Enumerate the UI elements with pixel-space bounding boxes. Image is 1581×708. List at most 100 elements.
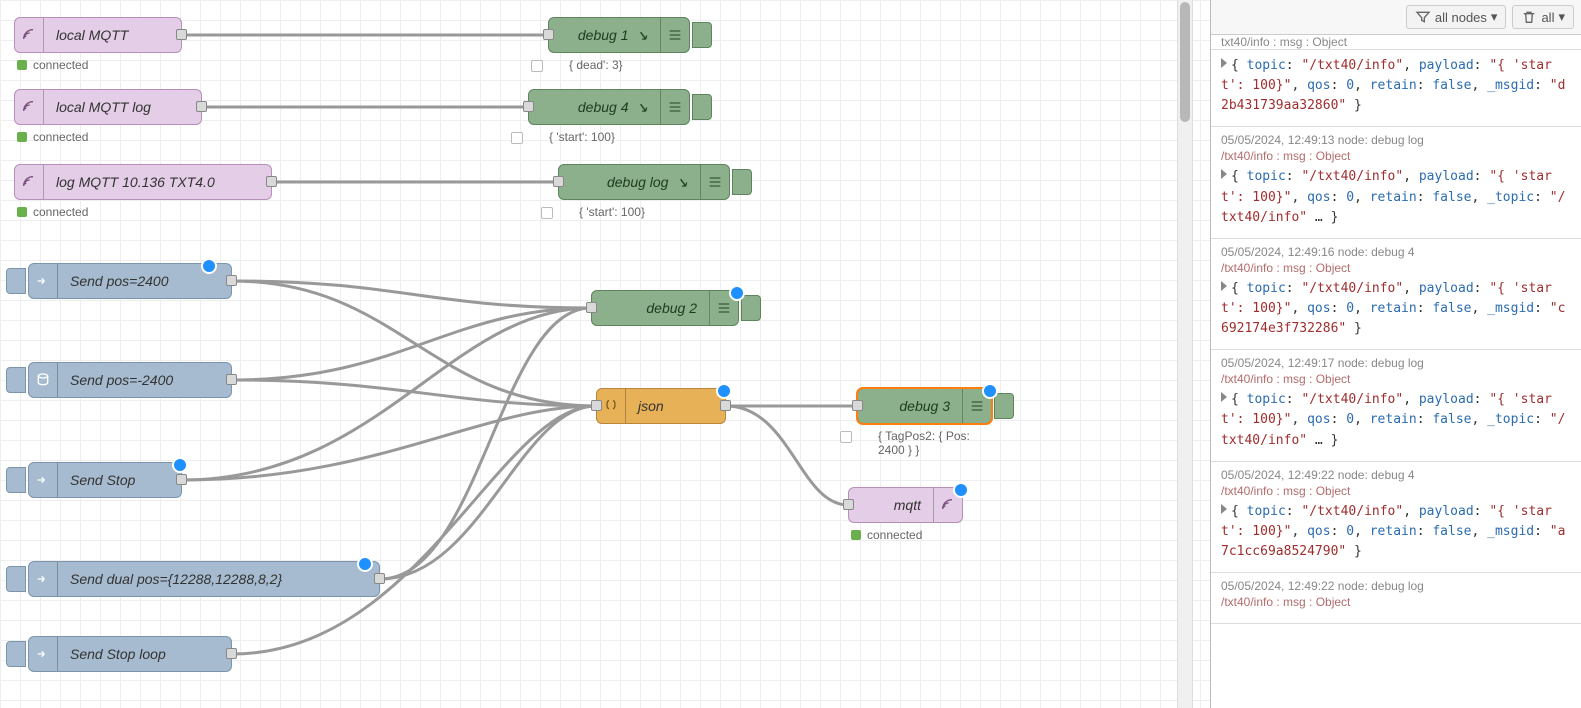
debug-icon bbox=[700, 165, 729, 199]
output-port[interactable] bbox=[266, 176, 277, 187]
input-port[interactable] bbox=[843, 499, 854, 510]
node-status: connected bbox=[851, 528, 922, 542]
output-port[interactable] bbox=[176, 474, 187, 485]
database-icon bbox=[29, 363, 58, 397]
filter-nodes-button[interactable]: all nodes ▾ bbox=[1406, 5, 1507, 29]
changed-indicator bbox=[172, 457, 188, 473]
chevron-down-icon: ▾ bbox=[1558, 9, 1565, 25]
message-body: { topic: "/txt40/info", payload: "{ 'sta… bbox=[1221, 56, 1572, 116]
message-source: /txt40/info : msg : Object bbox=[1221, 484, 1572, 498]
inject-icon bbox=[29, 562, 58, 596]
clear-label: all bbox=[1541, 10, 1554, 25]
node-inject-send-dual-pos[interactable]: Send dual pos={12288,12288,8,2} bbox=[28, 561, 380, 597]
debug-toggle-button[interactable] bbox=[741, 295, 761, 321]
node-debug-1[interactable]: debug 1 ↘ { dead': 3} bbox=[548, 17, 690, 53]
output-port[interactable] bbox=[196, 101, 207, 112]
node-label: debug 1 ↘ bbox=[549, 27, 660, 44]
message-source: /txt40/info : msg : Object bbox=[1221, 372, 1572, 386]
output-port[interactable] bbox=[720, 400, 731, 411]
canvas-scrollbar[interactable] bbox=[1177, 0, 1193, 708]
message-meta: 05/05/2024, 12:49:17 node: debug log bbox=[1221, 356, 1572, 370]
node-status: { 'start': 100} bbox=[549, 130, 615, 144]
input-port[interactable] bbox=[852, 400, 863, 411]
node-debug-2[interactable]: debug 2 bbox=[591, 290, 739, 326]
debug-message[interactable]: 05/05/2024, 12:49:16 node: debug 4/txt40… bbox=[1211, 239, 1581, 350]
node-inject-send-pos-neg2400[interactable]: Send pos=-2400 bbox=[28, 362, 232, 398]
debug-toggle-button[interactable] bbox=[732, 169, 752, 195]
inject-button[interactable] bbox=[6, 641, 26, 667]
output-port[interactable] bbox=[374, 573, 385, 584]
node-label: Send Stop bbox=[58, 472, 181, 488]
mqtt-icon bbox=[15, 18, 44, 52]
input-port[interactable] bbox=[586, 302, 597, 313]
node-inject-send-pos-2400[interactable]: Send pos=2400 bbox=[28, 263, 232, 299]
output-port[interactable] bbox=[226, 374, 237, 385]
node-label: local MQTT bbox=[44, 27, 181, 43]
node-inject-send-stop-loop[interactable]: Send Stop loop bbox=[28, 636, 232, 672]
debug-message[interactable]: { topic: "/txt40/info", payload: "{ 'sta… bbox=[1211, 50, 1581, 127]
input-port[interactable] bbox=[543, 29, 554, 40]
node-debug-3[interactable]: debug 3 { TagPos2: { Pos: 2400 } } bbox=[857, 388, 992, 424]
inject-button[interactable] bbox=[6, 268, 26, 294]
node-status: connected bbox=[17, 130, 88, 144]
changed-indicator bbox=[201, 258, 217, 274]
node-mqtt-out[interactable]: mqtt connected bbox=[848, 487, 963, 523]
debug-icon bbox=[660, 18, 689, 52]
clear-messages-button[interactable]: all ▾ bbox=[1512, 5, 1574, 29]
node-label: Send dual pos={12288,12288,8,2} bbox=[58, 571, 379, 587]
message-meta: 05/05/2024, 12:49:22 node: debug 4 bbox=[1221, 468, 1572, 482]
input-port[interactable] bbox=[523, 101, 534, 112]
node-mqtt-in-local[interactable]: local MQTT connected bbox=[14, 17, 182, 53]
node-inject-send-stop[interactable]: Send Stop bbox=[28, 462, 182, 498]
flow-canvas[interactable]: local MQTT connected local MQTT log conn… bbox=[0, 0, 1210, 708]
input-port[interactable] bbox=[553, 176, 564, 187]
node-status: connected bbox=[17, 58, 88, 72]
message-body: { topic: "/txt40/info", payload: "{ 'sta… bbox=[1221, 502, 1572, 562]
message-body: { topic: "/txt40/info", payload: "{ 'sta… bbox=[1221, 167, 1572, 227]
node-debug-log[interactable]: debug log ↘ { 'start': 100} bbox=[558, 164, 730, 200]
workspace: local MQTT connected local MQTT log conn… bbox=[0, 0, 1581, 708]
message-source: /txt40/info : msg : Object bbox=[1221, 149, 1572, 163]
node-status: { 'start': 100} bbox=[579, 205, 645, 219]
node-status: { dead': 3} bbox=[569, 58, 623, 72]
debug-message-cut: txt40/info : msg : Object bbox=[1211, 35, 1581, 50]
inject-icon bbox=[29, 637, 58, 671]
node-mqtt-in-remote[interactable]: log MQTT 10.136 TXT4.0 connected bbox=[14, 164, 272, 200]
debug-message[interactable]: 05/05/2024, 12:49:17 node: debug log/txt… bbox=[1211, 350, 1581, 461]
debug-message[interactable]: 05/05/2024, 12:49:22 node: debug log/txt… bbox=[1211, 573, 1581, 624]
inject-button[interactable] bbox=[6, 566, 26, 592]
node-json[interactable]: json bbox=[596, 388, 726, 424]
debug-icon bbox=[660, 90, 689, 124]
node-debug-4[interactable]: debug 4 ↘ { 'start': 100} bbox=[528, 89, 690, 125]
node-label: Send pos=-2400 bbox=[58, 372, 231, 388]
output-port[interactable] bbox=[226, 275, 237, 286]
node-label: log MQTT 10.136 TXT4.0 bbox=[44, 174, 271, 190]
debug-toggle-button[interactable] bbox=[994, 393, 1014, 419]
status-square bbox=[531, 60, 543, 72]
node-label: debug 4 ↘ bbox=[529, 99, 660, 116]
node-label: debug log ↘ bbox=[559, 174, 700, 191]
message-body: { topic: "/txt40/info", payload: "{ 'sta… bbox=[1221, 390, 1572, 450]
message-source: /txt40/info : msg : Object bbox=[1221, 261, 1572, 275]
output-port[interactable] bbox=[226, 648, 237, 659]
status-square bbox=[541, 207, 553, 219]
node-mqtt-in-local-log[interactable]: local MQTT log connected bbox=[14, 89, 202, 125]
inject-button[interactable] bbox=[6, 367, 26, 393]
debug-toggle-button[interactable] bbox=[692, 22, 712, 48]
mqtt-icon bbox=[15, 165, 44, 199]
inject-button[interactable] bbox=[6, 467, 26, 493]
debug-toggle-button[interactable] bbox=[692, 94, 712, 120]
changed-indicator bbox=[716, 383, 732, 399]
debug-message[interactable]: 05/05/2024, 12:49:22 node: debug 4/txt40… bbox=[1211, 462, 1581, 573]
status-square bbox=[840, 431, 852, 443]
inject-icon bbox=[29, 264, 58, 298]
status-square bbox=[511, 132, 523, 144]
scrollbar-thumb[interactable] bbox=[1180, 2, 1190, 122]
debug-messages[interactable]: txt40/info : msg : Object { topic: "/txt… bbox=[1211, 35, 1581, 708]
message-meta: 05/05/2024, 12:49:16 node: debug 4 bbox=[1221, 245, 1572, 259]
output-port[interactable] bbox=[176, 29, 187, 40]
input-port[interactable] bbox=[591, 400, 602, 411]
changed-indicator bbox=[982, 383, 998, 399]
filter-label: all nodes bbox=[1435, 10, 1487, 25]
debug-message[interactable]: 05/05/2024, 12:49:13 node: debug log/txt… bbox=[1211, 127, 1581, 238]
